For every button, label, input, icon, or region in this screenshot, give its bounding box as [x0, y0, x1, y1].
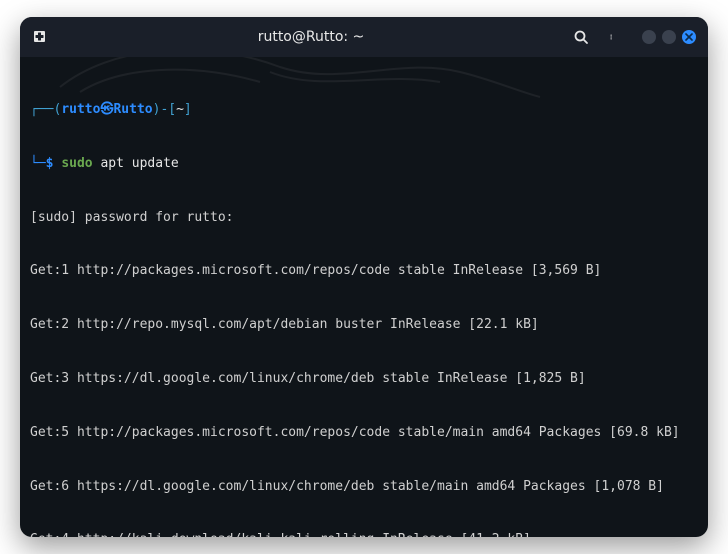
prompt-line-1: ┌──(rutto㉿Rutto)-[~]	[30, 101, 698, 119]
minimize-button[interactable]	[642, 30, 656, 44]
output-line: Get:4 http://kali.download/kali kali-rol…	[30, 531, 698, 537]
prompt-path: ~	[176, 102, 184, 117]
cmd-rest: apt update	[100, 156, 178, 171]
search-icon[interactable]	[572, 28, 590, 46]
maximize-button[interactable]	[662, 30, 676, 44]
cmd-sudo: sudo	[61, 156, 92, 171]
terminal-window: rutto@Rutto: ~ ┌──(rutto㉿Rutto)-[~] └─$ …	[20, 17, 708, 537]
output-line: Get:5 http://packages.microsoft.com/repo…	[30, 424, 698, 442]
prompt-host: Rutto	[113, 102, 152, 117]
output-line: Get:1 http://packages.microsoft.com/repo…	[30, 262, 698, 280]
titlebar-right	[572, 28, 696, 46]
output-line: Get:6 https://dl.google.com/linux/chrome…	[30, 478, 698, 496]
prompt-line-2: └─$ sudo apt update	[30, 155, 698, 173]
prompt-symbol: $	[46, 156, 54, 171]
terminal-body[interactable]: ┌──(rutto㉿Rutto)-[~] └─$ sudo apt update…	[20, 57, 708, 537]
window-title: rutto@Rutto: ~	[60, 29, 562, 45]
close-button[interactable]	[682, 30, 696, 44]
output-line: [sudo] password for rutto:	[30, 209, 698, 227]
menu-icon[interactable]	[604, 28, 622, 46]
titlebar: rutto@Rutto: ~	[20, 17, 708, 57]
output-line: Get:3 https://dl.google.com/linux/chrome…	[30, 370, 698, 388]
prompt-user: rutto	[61, 102, 100, 117]
prompt-at: ㉿	[100, 102, 113, 117]
window-controls	[642, 30, 696, 44]
new-tab-icon[interactable]	[32, 28, 50, 46]
output-line: Get:2 http://repo.mysql.com/apt/debian b…	[30, 316, 698, 334]
